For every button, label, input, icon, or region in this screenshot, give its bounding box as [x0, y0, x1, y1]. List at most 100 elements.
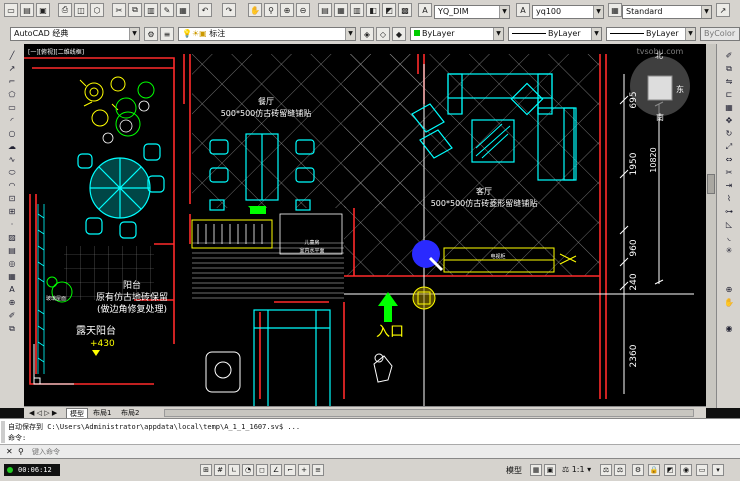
- paste-icon[interactable]: ▥: [144, 3, 158, 17]
- calculator-icon[interactable]: ▩: [398, 3, 412, 17]
- text-style-icon[interactable]: A: [516, 3, 530, 17]
- text-style-select[interactable]: yq100 ▼: [532, 5, 604, 19]
- hardware-acceleration-icon[interactable]: ◩: [664, 464, 676, 476]
- make-block-icon[interactable]: ⊞: [5, 206, 19, 217]
- status-menu-icon[interactable]: ▾: [712, 464, 724, 476]
- pan-icon[interactable]: ✋: [722, 297, 736, 308]
- drawing-area[interactable]: 北 东 南 [一][俯视][二维线框] tvsohu.com 餐厅 500*50…: [24, 44, 706, 408]
- trim-icon[interactable]: ✂: [722, 167, 736, 178]
- tab-layout2[interactable]: 布局2: [118, 408, 142, 418]
- copy-object-icon[interactable]: ⧉: [5, 323, 19, 334]
- pan-icon[interactable]: ✋: [248, 3, 262, 17]
- viewcube[interactable]: 北 东 南: [630, 51, 690, 122]
- mtext-icon[interactable]: A: [5, 284, 19, 295]
- command-grip[interactable]: [1, 421, 5, 443]
- cut-icon[interactable]: ✂: [112, 3, 126, 17]
- spline-icon[interactable]: ∿: [5, 154, 19, 165]
- annotation-visibility-icon[interactable]: ⚖: [600, 464, 612, 476]
- workspace-switch-icon[interactable]: ⚙: [632, 464, 644, 476]
- block-editor-icon[interactable]: ▦: [176, 3, 190, 17]
- region-icon[interactable]: ◎: [5, 258, 19, 269]
- tab-nav-arrows[interactable]: ◀ ◁ ▷ ▶: [26, 408, 60, 418]
- table-style-icon[interactable]: ▦: [608, 3, 622, 17]
- join-icon[interactable]: ⊶: [722, 206, 736, 217]
- hatch-icon[interactable]: ▨: [5, 232, 19, 243]
- publish-icon[interactable]: ⬡: [90, 3, 104, 17]
- table-style-select[interactable]: Standard ▼: [622, 5, 712, 19]
- vertical-scrollbar[interactable]: [706, 44, 716, 408]
- point-icon[interactable]: ·: [5, 219, 19, 230]
- ortho-mode-icon[interactable]: ∟: [228, 464, 240, 476]
- ducs-icon[interactable]: ⌐: [284, 464, 296, 476]
- erase-icon[interactable]: ✐: [722, 50, 736, 61]
- save-icon[interactable]: ▣: [36, 3, 50, 17]
- break-icon[interactable]: ⌇: [722, 193, 736, 204]
- make-current-layer-icon[interactable]: ◈: [360, 27, 374, 41]
- multileader-style-icon[interactable]: ↗: [716, 3, 730, 17]
- dim-style-select[interactable]: YQ_DIM ▼: [434, 5, 510, 19]
- properties-icon[interactable]: ▤: [318, 3, 332, 17]
- arc-icon[interactable]: ◜: [5, 115, 19, 126]
- command-close-icon[interactable]: ✕: [6, 447, 13, 456]
- layer-previous-icon[interactable]: ◇: [376, 27, 390, 41]
- plotstyle-select[interactable]: ByColor: [700, 27, 740, 41]
- move-icon[interactable]: ✥: [722, 115, 736, 126]
- zoom-realtime-icon[interactable]: ⚲: [264, 3, 278, 17]
- dynamic-input-icon[interactable]: +: [298, 464, 310, 476]
- undo-icon[interactable]: ↶: [198, 3, 212, 17]
- markup-icon[interactable]: ◩: [382, 3, 396, 17]
- insert-block-icon[interactable]: ⊡: [5, 193, 19, 204]
- otrack-icon[interactable]: ∠: [270, 464, 282, 476]
- osnap-icon[interactable]: ◻: [256, 464, 268, 476]
- color-select[interactable]: ByLayer ▼: [410, 27, 504, 41]
- revcloud-icon[interactable]: ☁: [5, 141, 19, 152]
- preview-icon[interactable]: ◫: [74, 3, 88, 17]
- zoom-window-icon[interactable]: ⊕: [280, 3, 294, 17]
- design-center-icon[interactable]: ▦: [334, 3, 348, 17]
- gradient-icon[interactable]: ▤: [5, 245, 19, 256]
- rotate-icon[interactable]: ↻: [722, 128, 736, 139]
- copy-icon[interactable]: ⧉: [128, 3, 142, 17]
- circle-icon[interactable]: ○: [5, 128, 19, 139]
- stretch-icon[interactable]: ⇔: [722, 154, 736, 165]
- copy-icon[interactable]: ⧉: [722, 63, 736, 74]
- explode-icon[interactable]: ✳: [722, 245, 736, 256]
- fillet-icon[interactable]: ◟: [722, 232, 736, 243]
- scale-icon[interactable]: ⤢: [722, 141, 736, 152]
- ellipse-arc-icon[interactable]: ◠: [5, 180, 19, 191]
- offset-icon[interactable]: ⊏: [722, 89, 736, 100]
- clean-screen-icon[interactable]: ▭: [696, 464, 708, 476]
- grid-mode-icon[interactable]: #: [214, 464, 226, 476]
- command-input-bar[interactable]: ✕ ⚲: [0, 444, 740, 459]
- command-input[interactable]: [32, 446, 712, 457]
- tab-layout1[interactable]: 布局1: [90, 408, 114, 418]
- workspace-select[interactable]: AutoCAD 经典 ▼: [10, 27, 140, 41]
- mirror-icon[interactable]: ⇋: [722, 76, 736, 87]
- add-selected-icon[interactable]: ⊕: [5, 297, 19, 308]
- orbit-icon[interactable]: ◉: [722, 323, 736, 334]
- snap-mode-icon[interactable]: ⊞: [200, 464, 212, 476]
- dim-style-icon[interactable]: A: [418, 3, 432, 17]
- table-icon[interactable]: ▦: [5, 271, 19, 282]
- annotation-scale[interactable]: ⚖ 1:1 ▾: [562, 465, 591, 474]
- array-icon[interactable]: ▦: [722, 102, 736, 113]
- print-icon[interactable]: ⎙: [58, 3, 72, 17]
- line-tool-icon[interactable]: ╱: [5, 50, 19, 61]
- lineweight-icon[interactable]: ≡: [312, 464, 324, 476]
- sheet-set-icon[interactable]: ◧: [366, 3, 380, 17]
- polyline-icon[interactable]: ⌐: [5, 76, 19, 87]
- zoom-previous-icon[interactable]: ⊖: [296, 3, 310, 17]
- workspace-settings-icon[interactable]: ⚙: [144, 27, 158, 41]
- polygon-icon[interactable]: ⬠: [5, 89, 19, 100]
- model-label[interactable]: 模型: [506, 465, 522, 476]
- scroll-thumb[interactable]: [707, 174, 715, 194]
- horizontal-scrollbar[interactable]: [164, 409, 694, 417]
- extend-icon[interactable]: ⇥: [722, 180, 736, 191]
- tool-palettes-icon[interactable]: ▥: [350, 3, 364, 17]
- quickview-layouts-icon[interactable]: ▦: [530, 464, 542, 476]
- rectangle-icon[interactable]: ▭: [5, 102, 19, 113]
- autoscale-icon[interactable]: ⚖: [614, 464, 626, 476]
- layer-state-icon[interactable]: ◆: [392, 27, 406, 41]
- zoom-icon[interactable]: ⊕: [722, 284, 736, 295]
- match-properties-icon[interactable]: ✎: [160, 3, 174, 17]
